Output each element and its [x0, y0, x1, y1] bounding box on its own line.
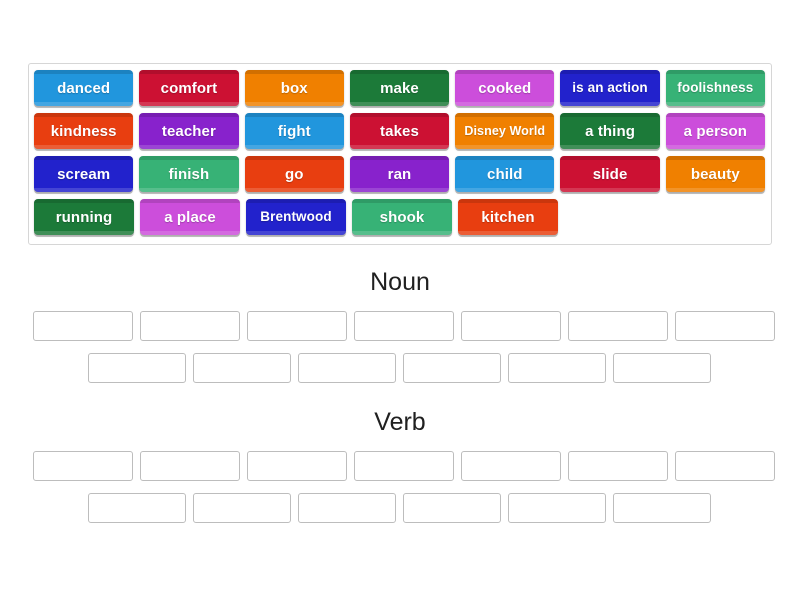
word-tile[interactable]: takes: [349, 113, 450, 149]
verb-dropzone[interactable]: [613, 493, 711, 523]
word-tile[interactable]: make: [349, 70, 450, 106]
word-tile[interactable]: shook: [352, 199, 452, 235]
tile-row: running a place Brentwood shook kitchen: [34, 199, 771, 242]
tile-row: scream finish go ran child slide beauty: [34, 156, 771, 199]
verb-dropzone[interactable]: [140, 451, 240, 481]
word-tile-label: takes: [380, 122, 419, 140]
word-tile-label: foolishness: [677, 80, 754, 96]
word-tile[interactable]: box: [244, 70, 344, 106]
word-tile[interactable]: danced: [34, 70, 134, 106]
verb-dropzone[interactable]: [88, 493, 186, 523]
word-tile-label: kitchen: [481, 208, 535, 226]
noun-dropzone[interactable]: [613, 353, 711, 383]
verb-dropzone[interactable]: [403, 493, 501, 523]
word-tile-label: danced: [57, 79, 111, 97]
noun-dropzone[interactable]: [508, 353, 606, 383]
noun-dropzone[interactable]: [33, 311, 133, 341]
word-tile-label: a person: [683, 122, 747, 140]
word-tile-label: child: [487, 165, 523, 183]
word-tile-label: a thing: [585, 122, 635, 140]
word-tile-label: a place: [164, 208, 216, 226]
noun-dropzone[interactable]: [675, 311, 775, 341]
word-tile[interactable]: a thing: [560, 113, 660, 149]
word-tile-pool[interactable]: danced comfort box make cooked is an action fo…: [28, 63, 772, 245]
word-tile[interactable]: a place: [140, 199, 240, 235]
verb-dropzone[interactable]: [193, 493, 291, 523]
verb-dropzone[interactable]: [568, 451, 668, 481]
word-tile-label: scream: [57, 165, 111, 183]
word-tile-label: Disney World: [464, 123, 546, 138]
verb-dropzone[interactable]: [461, 451, 561, 481]
word-tile-label: go: [284, 165, 304, 183]
word-tile-label: cooked: [478, 79, 532, 97]
verb-dropzone-row-1: [33, 451, 782, 481]
verb-dropzone-row-2: [88, 493, 718, 523]
noun-dropzone[interactable]: [193, 353, 291, 383]
word-tile[interactable]: cooked: [455, 70, 555, 106]
word-tile-label: beauty: [690, 165, 740, 183]
word-tile[interactable]: running: [34, 199, 134, 235]
verb-dropzone[interactable]: [247, 451, 347, 481]
word-tile-label: is an action: [572, 80, 648, 96]
noun-dropzone[interactable]: [461, 311, 561, 341]
word-tile[interactable]: finish: [139, 156, 239, 192]
word-tile[interactable]: foolishness: [665, 70, 765, 106]
word-tile-label: finish: [168, 165, 210, 183]
word-tile[interactable]: Brentwood: [246, 199, 346, 235]
word-tile-label: ran: [387, 165, 412, 183]
category-title-noun: Noun: [370, 268, 430, 296]
word-tile[interactable]: scream: [34, 156, 134, 192]
word-tile[interactable]: beauty: [665, 156, 765, 192]
word-tile[interactable]: Disney World: [455, 113, 555, 149]
category-title-verb: Verb: [374, 408, 426, 436]
word-tile[interactable]: teacher: [139, 113, 239, 149]
word-tile[interactable]: is an action: [560, 70, 660, 106]
word-tile[interactable]: comfort: [139, 70, 239, 106]
word-tile-label: shook: [379, 208, 425, 226]
verb-dropzone[interactable]: [33, 451, 133, 481]
noun-dropzone[interactable]: [568, 311, 668, 341]
word-tile[interactable]: kitchen: [458, 199, 558, 235]
verb-dropzone[interactable]: [508, 493, 606, 523]
word-tile-label: comfort: [160, 79, 218, 97]
noun-dropzone[interactable]: [140, 311, 240, 341]
tile-row: kindness teacher fight takes Disney World a t…: [34, 113, 771, 156]
word-tile-label: slide: [592, 165, 628, 183]
word-tile[interactable]: child: [455, 156, 555, 192]
tile-row: danced comfort box make cooked is an action fo…: [34, 70, 771, 113]
verb-dropzone[interactable]: [298, 493, 396, 523]
word-tile-label: running: [55, 208, 113, 226]
noun-dropzone[interactable]: [354, 311, 454, 341]
word-tile[interactable]: go: [244, 156, 344, 192]
word-tile[interactable]: a person: [665, 113, 765, 149]
noun-dropzone-row-2: [88, 353, 718, 383]
word-tile[interactable]: ran: [349, 156, 450, 192]
word-tile[interactable]: fight: [244, 113, 344, 149]
noun-dropzone[interactable]: [298, 353, 396, 383]
noun-dropzone[interactable]: [88, 353, 186, 383]
verb-dropzone[interactable]: [354, 451, 454, 481]
word-tile-label: box: [280, 79, 308, 97]
noun-dropzone-row-1: [33, 311, 782, 341]
word-tile-label: teacher: [161, 122, 216, 140]
word-tile-label: kindness: [50, 122, 117, 140]
noun-dropzone[interactable]: [247, 311, 347, 341]
word-tile-label: Brentwood: [260, 209, 332, 225]
noun-dropzone[interactable]: [403, 353, 501, 383]
word-tile[interactable]: slide: [560, 156, 660, 192]
word-tile[interactable]: kindness: [34, 113, 134, 149]
word-tile-label: make: [380, 79, 419, 97]
verb-dropzone[interactable]: [675, 451, 775, 481]
word-tile-label: fight: [277, 122, 311, 140]
